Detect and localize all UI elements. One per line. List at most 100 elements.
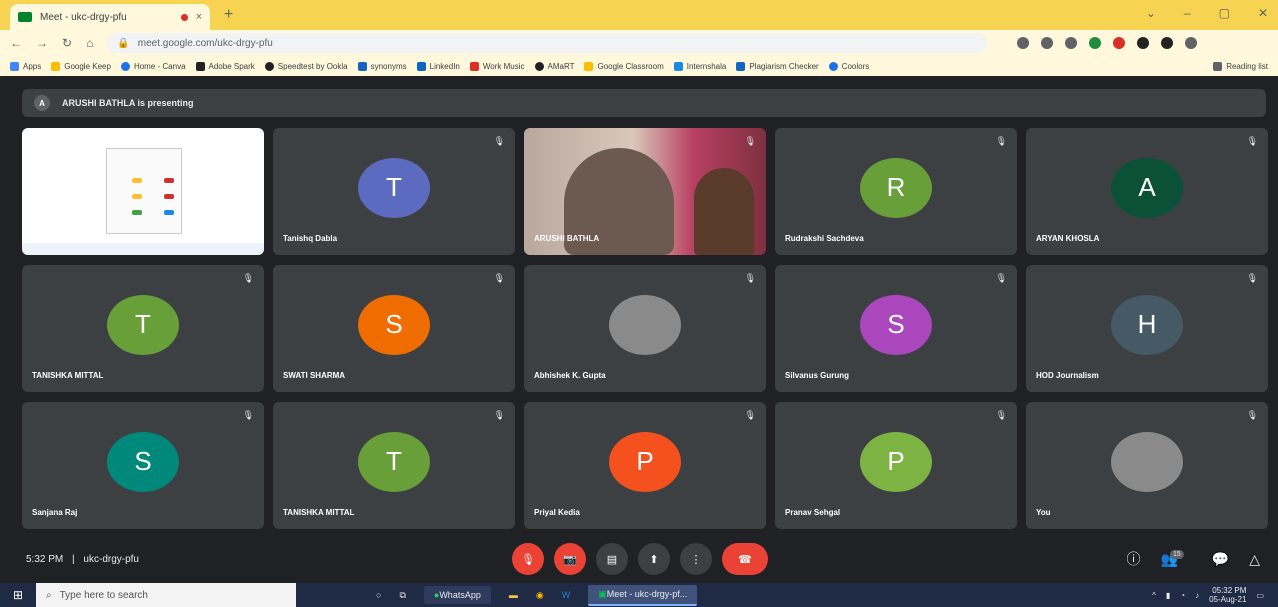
bookmark-reading-list[interactable]: Reading list (1213, 61, 1268, 71)
home-icon[interactable]: ⌂ (86, 36, 93, 50)
share-icon[interactable] (1041, 37, 1054, 49)
minimize-button[interactable]: – (1184, 6, 1191, 20)
bookmark-linkedin[interactable]: LinkedIn (416, 61, 460, 71)
bookmark-amart[interactable]: AMaRT (534, 61, 574, 71)
participant-tile[interactable]: R 🎙 Rudrakshi Sachdeva (775, 128, 1017, 255)
bookmark-internshala[interactable]: Internshala (673, 61, 726, 71)
puzzle-icon[interactable] (1161, 37, 1174, 49)
recording-dot-icon (180, 13, 188, 21)
present-screen-icon[interactable]: ⬆ (638, 543, 670, 575)
bookmark-adobe-spark[interactable]: Adobe Spark (195, 61, 255, 71)
notifications-icon[interactable]: ▭ (1256, 591, 1264, 600)
bookmark-coolors[interactable]: Coolors (828, 61, 869, 71)
participant-name: ARYAN KHOSLA (1036, 234, 1100, 243)
forward-icon[interactable]: → (36, 36, 48, 50)
shared-screen-tile[interactable] (22, 128, 264, 255)
participant-tile[interactable]: 🎙 ARUSHI BATHLA (524, 128, 766, 255)
grammarly-icon[interactable] (1089, 37, 1102, 49)
shared-content-marker (132, 178, 142, 183)
profile-avatar[interactable] (1185, 37, 1198, 49)
bookmark-google-classroom[interactable]: Google Classroom (584, 61, 664, 71)
taskbar-meet-window[interactable]: ▣Meet - ukc-drgy-pf... (588, 584, 698, 606)
taskbar-whatsapp[interactable]: ●WhatsApp (423, 586, 491, 604)
participant-tile[interactable]: A 🎙 ARYAN KHOSLA (1026, 128, 1268, 255)
bookmark-plagiarism-checker[interactable]: Plagiarism Checker (736, 61, 819, 71)
search-icon: ⌕ (46, 589, 52, 601)
internshala-icon (673, 61, 683, 71)
captions-icon[interactable]: ▤ (596, 543, 628, 575)
chrome-icon[interactable]: ◉ (536, 590, 544, 601)
coolors-icon (828, 61, 838, 71)
youtube-icon (469, 61, 479, 71)
task-view-icon[interactable]: ⧉ (399, 590, 405, 601)
leave-call-icon[interactable]: ☎ (722, 543, 768, 575)
meeting-info-icon[interactable]: ⓘ (1127, 549, 1141, 569)
bookmark-synonyms[interactable]: synonyms (357, 61, 407, 71)
bookmark-speedtest[interactable]: Speedtest by Ookla (264, 61, 348, 71)
battery-icon[interactable]: ▮ (1166, 591, 1170, 600)
windows-start-icon[interactable]: ⊞ (0, 588, 36, 602)
participant-tile[interactable]: S 🎙 SWATI SHARMA (273, 265, 515, 392)
participants-button[interactable]: 👥15 (1161, 549, 1192, 568)
muted-mic-icon: 🎙 (1246, 410, 1258, 420)
participant-photo-avatar (609, 294, 681, 355)
file-explorer-icon[interactable]: ▬ (509, 590, 518, 600)
network-icon[interactable]: ◔ (1180, 591, 1185, 600)
presenter-avatar: A (34, 95, 50, 111)
participant-tile[interactable]: 🎙 Abhishek K. Gupta (524, 265, 766, 392)
opera-icon[interactable] (1113, 37, 1126, 49)
participant-tile[interactable]: H 🎙 HOD Journalism (1026, 265, 1268, 392)
new-tab-button[interactable]: + (224, 6, 233, 24)
participant-tile[interactable]: T 🎙 Tanishq Dabla (273, 128, 515, 255)
presenting-banner[interactable]: A ARUSHI BATHLA is presenting (22, 89, 1266, 117)
star-icon[interactable] (1065, 37, 1078, 49)
muted-mic-icon: 🎙 (744, 410, 756, 420)
cortana-icon[interactable]: ○ (376, 590, 381, 600)
bookmark-apps[interactable]: Apps (10, 61, 41, 71)
muted-mic-icon: 🎙 (1246, 273, 1258, 283)
adobe-spark-icon (195, 61, 205, 71)
activities-icon[interactable]: △ (1249, 551, 1260, 568)
extension-icon[interactable] (1017, 37, 1030, 49)
back-icon[interactable]: ← (10, 36, 22, 50)
reload-icon[interactable]: ↻ (62, 36, 72, 50)
browser-tab-meet[interactable]: Meet - ukc-drgy-pfu × (10, 4, 210, 30)
meeting-code[interactable]: ukc-drgy-pfu (83, 554, 139, 565)
apps-grid-icon (10, 61, 19, 71)
maximize-button[interactable]: ▢ (1219, 6, 1230, 20)
reading-list-icon (1213, 61, 1223, 71)
tray-overflow-icon[interactable]: ^ (1152, 591, 1156, 600)
extension-dark-icon[interactable] (1137, 37, 1150, 49)
volume-icon[interactable]: ♪ (1195, 591, 1199, 600)
participant-tile[interactable]: P 🎙 Priyal Kedia (524, 402, 766, 529)
participant-name: Tanishq Dabla (283, 234, 338, 243)
meeting-side-controls: ⓘ 👥15 💬 △ (1127, 549, 1260, 569)
bookmark-canva[interactable]: Home - Canva (120, 61, 186, 71)
close-window-button[interactable]: ✕ (1258, 6, 1268, 20)
participant-tile[interactable]: T 🎙 TANISHKA MITTAL (22, 265, 264, 392)
camera-off-icon[interactable]: 📷 (554, 543, 586, 575)
google-icon (584, 61, 594, 71)
participant-tile[interactable]: S 🎙 Sanjana Raj (22, 402, 264, 529)
participant-name: Abhishek K. Gupta (534, 371, 606, 380)
participant-tile[interactable]: T 🎙 TANISHKA MITTAL (273, 402, 515, 529)
participant-avatar: S (107, 431, 179, 492)
tab-close-icon[interactable]: × (196, 11, 202, 23)
tab-search-icon[interactable]: ⌄ (1146, 6, 1156, 20)
system-tray: ^ ▮ ◔ ♪ 05:32 PM 05-Aug-21 ▭ (1152, 586, 1278, 604)
word-icon[interactable]: W (562, 590, 571, 600)
bookmark-google-keep[interactable]: Google Keep (51, 61, 111, 71)
participant-tile[interactable]: 🎙 You (1026, 402, 1268, 529)
participant-tile[interactable]: S 🎙 Silvanus Gurung (775, 265, 1017, 392)
participant-avatar: T (358, 431, 430, 492)
bookmark-work-music[interactable]: Work Music (469, 61, 525, 71)
chat-icon[interactable]: 💬 (1212, 551, 1229, 568)
participant-tile[interactable]: P 🎙 Pranav Sehgal (775, 402, 1017, 529)
participant-avatar: A (1111, 157, 1183, 218)
taskbar-search[interactable]: ⌕ Type here to search (36, 583, 296, 607)
meeting-time: 5:32 PM (26, 553, 64, 565)
mic-off-icon[interactable]: 🎙 (512, 543, 544, 575)
url-input[interactable]: 🔒 meet.google.com/ukc-drgy-pfu (107, 33, 988, 53)
system-clock[interactable]: 05:32 PM 05-Aug-21 (1209, 586, 1246, 604)
more-options-icon[interactable]: ⋮ (680, 543, 712, 575)
